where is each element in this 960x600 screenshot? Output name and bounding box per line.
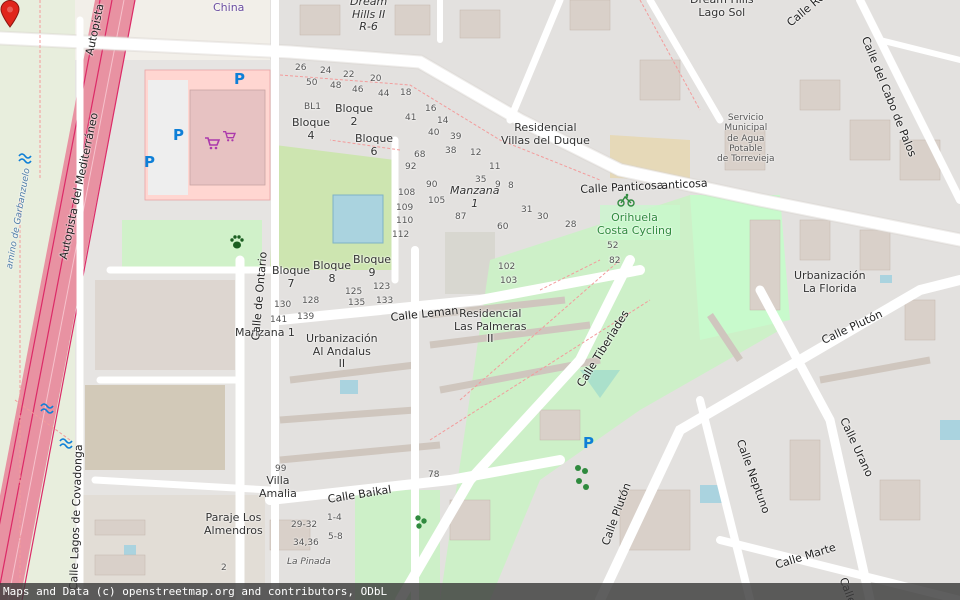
label-num-18: 18 [400,88,412,98]
label-num-125: 125 [345,287,363,297]
label-residencial-villas: Residencial Villas del Duque [501,121,590,147]
label-num-60: 60 [497,222,509,232]
label-china: China [213,1,245,14]
label-num-123: 123 [373,282,391,292]
label-orihuela-cycling: Orihuela Costa Cycling [597,211,672,237]
label-bloque-4: Bloque 4 [292,116,331,142]
parking-icon: P [234,70,245,88]
bicycle-icon [617,193,635,207]
label-num-78: 78 [428,470,440,480]
label-num-99: 99 [275,464,287,474]
label-num-38: 38 [445,146,457,156]
label-num-1-4: 1-4 [327,513,342,523]
label-num-44: 44 [378,89,390,99]
tree-cluster-icon [415,515,427,529]
label-num-14: 14 [437,116,449,126]
label-num-108: 108 [398,188,416,198]
label-num-133: 133 [376,296,394,306]
label-num-135: 135 [348,298,366,308]
label-la-pinada: La Pinada [287,557,331,567]
location-marker-icon[interactable] [0,0,20,28]
label-bloque-9: Bloque 9 [353,253,392,279]
label-bloque-6: Bloque 6 [355,132,394,158]
label-num-141: 141 [270,315,288,325]
water-spring-icon [59,438,73,449]
map-view[interactable]: China Dream Hills II R-6 Dream Hills Lag… [0,0,960,600]
map-attribution: Maps and Data (c) openstreetmap.org and … [0,583,960,600]
label-num-2: 2 [221,563,227,573]
label-num-90: 90 [426,180,438,190]
label-num-16: 16 [425,104,437,114]
label-residencial-palmeras: Residencial Las Palmeras II [454,307,527,346]
label-num-20: 20 [370,74,382,84]
label-num-82: 82 [609,256,621,266]
label-num-11: 11 [489,162,501,172]
label-num-8: 8 [508,181,514,191]
label-num-28: 28 [565,220,577,230]
label-dream-hills-lago: Dream Hills Lago Sol [690,0,754,19]
label-urbanizacion-florida: Urbanización La Florida [794,269,866,295]
label-num-92: 92 [405,162,417,172]
label-num-130: 130 [274,300,292,310]
label-dream-hills: Dream Hills II R-6 [350,0,388,34]
label-calle-panticosa-2: anticosa [660,176,708,192]
label-urbanizacion-andalus: Urbanización Al Andalus II [306,332,378,371]
shopping-cart-icon [205,137,220,150]
label-num-102: 102 [498,262,516,272]
shopping-cart-icon [223,131,236,142]
label-num-34-36: 34,36 [293,538,319,548]
label-bloque-7: Bloque 7 [272,264,311,290]
label-num-30: 30 [537,212,549,222]
paw-icon [230,235,244,249]
parking-icon: P [173,126,184,144]
label-num-50: 50 [306,78,318,88]
label-num-52: 52 [607,241,619,251]
label-bloque-8: Bloque 8 [313,259,352,285]
label-num-12: 12 [470,148,482,158]
parking-icon: P [583,434,594,452]
label-bl1: BL1 [304,102,321,112]
map-tiles [0,0,960,600]
label-num-5-8: 5-8 [328,532,343,542]
label-num-26: 26 [295,63,307,73]
label-num-139: 139 [297,312,315,322]
label-num-128: 128 [302,296,320,306]
label-num-112: 112 [392,230,410,240]
label-servicio-agua: Servicio Municipal de Agua Potable de To… [717,113,775,165]
label-num-31: 31 [521,205,533,215]
label-num-41: 41 [405,113,417,123]
label-num-103: 103 [500,276,518,286]
label-num-46: 46 [352,85,364,95]
label-num-48: 48 [330,81,342,91]
label-num-105: 105 [428,196,446,206]
label-manzana-1: Manzana 1 [235,326,295,339]
label-bloque-2: Bloque 2 [335,102,374,128]
label-paraje-almendros: Paraje Los Almendros [204,511,263,537]
tree-cluster-icon [575,465,589,490]
label-manzana: Manzana 1 [450,184,500,210]
parking-icon: P [144,153,155,171]
label-num-22: 22 [343,70,355,80]
label-num-24: 24 [320,66,332,76]
label-num-39: 39 [450,132,462,142]
label-villa-amalia: Villa Amalia [259,474,297,500]
label-num-35: 35 [475,175,487,185]
label-num-110: 110 [396,216,414,226]
label-num-29-32: 29-32 [291,520,318,530]
water-spring-icon [40,403,54,414]
label-num-9: 9 [495,180,501,190]
label-num-87: 87 [455,212,467,222]
water-spring-icon [18,153,32,164]
label-num-109: 109 [396,203,414,213]
label-num-68: 68 [414,150,426,160]
label-num-40: 40 [428,128,440,138]
